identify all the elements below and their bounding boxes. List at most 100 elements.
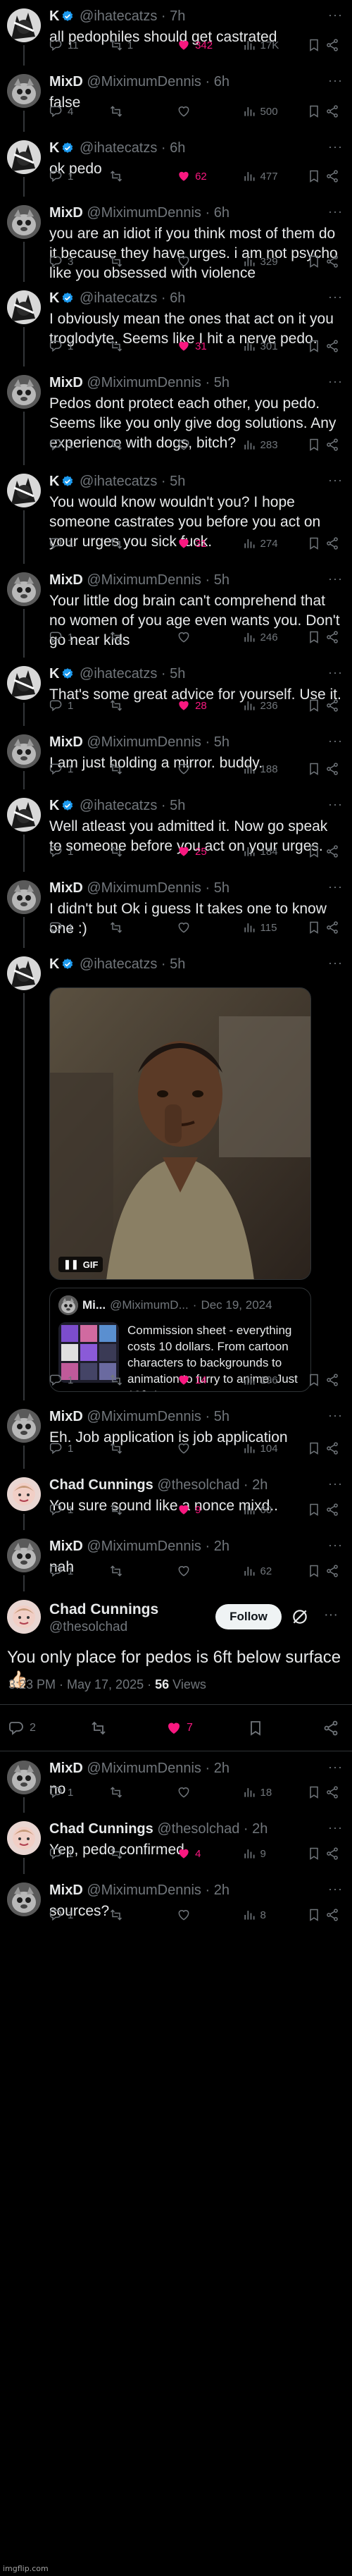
retweet-button[interactable] [109,1373,177,1387]
reply-button[interactable]: 1 [49,1785,109,1799]
bookmark-button[interactable] [247,1720,268,1737]
bookmark-button[interactable] [307,339,325,353]
author-name[interactable]: MixD [49,1409,83,1424]
tweet-time[interactable]: 6h [214,205,230,221]
reply-button[interactable]: 1 [49,698,109,713]
bookmark-button[interactable] [307,762,325,776]
views-button[interactable]: 62 [242,1564,307,1578]
retweet-button[interactable] [109,104,177,118]
avatar[interactable] [7,1600,41,1634]
reply-button[interactable]: 1 [49,1564,109,1578]
views-button[interactable]: 329 [242,254,307,269]
views-button[interactable]: 500 [242,104,307,118]
views-button[interactable]: 17K [242,38,307,52]
author-name[interactable]: Chad Cunnings [49,1477,153,1493]
reply-tweet[interactable]: MixD @MiximumDennis · 2h no ··· 1 18 [0,1752,352,1813]
retweet-button[interactable] [109,169,177,183]
author-handle[interactable]: @ihatecatzs [80,140,157,156]
tweet-time[interactable]: 5h [214,734,230,750]
reply-button[interactable]: 1 [49,1441,109,1455]
views-button[interactable]: 477 [242,169,307,183]
avatar[interactable] [7,375,41,409]
bookmark-button[interactable] [307,1441,325,1455]
share-button[interactable] [325,1503,344,1517]
like-button[interactable] [177,630,241,644]
more-icon[interactable]: ··· [328,375,342,390]
author-handle[interactable]: @MiximumDennis [87,1539,201,1554]
reply-button[interactable]: 1 [49,169,109,183]
views-button[interactable]: 283 [242,438,307,452]
more-icon[interactable]: ··· [328,572,342,588]
more-icon[interactable]: ··· [324,1607,338,1623]
share-button[interactable] [322,1720,344,1737]
retweet-button[interactable] [109,254,177,269]
retweet-button[interactable] [109,844,177,858]
tweet-time[interactable]: 5h [170,798,185,813]
views-button[interactable]: 18 [242,1785,307,1799]
avatar[interactable] [7,956,41,990]
reply-tweet[interactable]: K @ihatecatzs · 5h That's some great advi… [0,658,352,726]
author-name[interactable]: K [49,290,59,306]
reply-tweet[interactable]: MixD @MiximumDennis · 6h false ··· 4 500 [0,66,352,132]
more-icon[interactable]: ··· [328,1882,342,1898]
share-button[interactable] [325,1847,344,1861]
bookmark-button[interactable] [307,104,325,118]
views-button[interactable]: 196 [242,1373,307,1387]
reply-tweet[interactable]: MixD @MiximumDennis · 2h nah ··· 1 62 [0,1530,352,1591]
tweet-time[interactable]: 5h [214,880,230,896]
tweet-time[interactable]: 2h [214,1882,230,1898]
avatar[interactable] [7,474,41,507]
author-handle[interactable]: @ihatecatzs [80,8,157,24]
views-button[interactable]: 246 [242,630,307,644]
author-handle[interactable]: @thesolchad [157,1477,239,1493]
retweet-button[interactable] [109,1847,177,1861]
avatar[interactable] [7,572,41,606]
author-name[interactable]: MixD [49,880,83,896]
like-button[interactable]: 28 [177,698,241,713]
views-button[interactable]: 60 [242,1503,307,1517]
share-button[interactable] [325,169,344,183]
like-button[interactable]: 31 [177,536,241,550]
avatar[interactable] [7,880,41,914]
like-button[interactable]: 342 [177,38,241,52]
retweet-button[interactable] [109,1785,177,1799]
tweet-time[interactable]: 5h [170,474,185,489]
reply-button[interactable]: 4 [49,104,109,118]
tweet-time[interactable]: 5h [170,666,185,682]
retweet-button[interactable] [109,339,177,353]
author-handle[interactable]: @ihatecatzs [80,956,157,972]
like-button[interactable] [177,1564,241,1578]
share-button[interactable] [325,1373,344,1387]
reply-tweet[interactable]: K @ihatecatzs · 6h ok pedo ··· 1 62 477 [0,132,352,197]
like-button[interactable]: 31 [177,339,241,353]
author-name[interactable]: K [49,140,59,156]
retweet-button[interactable] [109,438,177,452]
like-button[interactable] [177,920,241,935]
reply-tweet[interactable]: MixD @MiximumDennis · 5h I am just holdin… [0,726,352,789]
reply-button[interactable]: 1 [49,762,109,776]
retweet-button[interactable] [109,698,177,713]
author-handle[interactable]: @MiximumDennis [87,734,201,750]
reply-button[interactable]: 1 [49,630,109,644]
views-button[interactable]: 188 [242,762,307,776]
reply-tweet[interactable]: MixD @MiximumDennis · 5h Eh. Job applicat… [0,1400,352,1469]
views-button[interactable]: 104 [242,1441,307,1455]
reply-tweet[interactable]: Chad Cunnings @thesolchad · 2h You sure s… [0,1469,352,1530]
author-handle[interactable]: @MiximumDennis [87,1882,201,1898]
tweet-time[interactable]: 2h [214,1761,230,1776]
retweet-button[interactable] [109,1564,177,1578]
bookmark-button[interactable] [307,844,325,858]
author-name[interactable]: K [49,956,59,972]
views-button[interactable]: 274 [242,536,307,550]
bookmark-button[interactable] [307,630,325,644]
author-handle[interactable]: @MiximumDennis [87,375,201,390]
reply-tweet[interactable]: K @ihatecatzs · 7h all pedophiles should … [0,0,352,66]
author-name[interactable]: MixD [49,1761,83,1776]
gif-badge[interactable]: ❚❚ GIF [58,1257,103,1272]
avatar[interactable] [7,74,41,108]
share-button[interactable] [325,762,344,776]
reply-button[interactable]: 2 [8,1720,36,1737]
retweet-button[interactable] [90,1720,111,1737]
share-button[interactable] [325,536,344,550]
like-button[interactable] [177,1908,241,1922]
